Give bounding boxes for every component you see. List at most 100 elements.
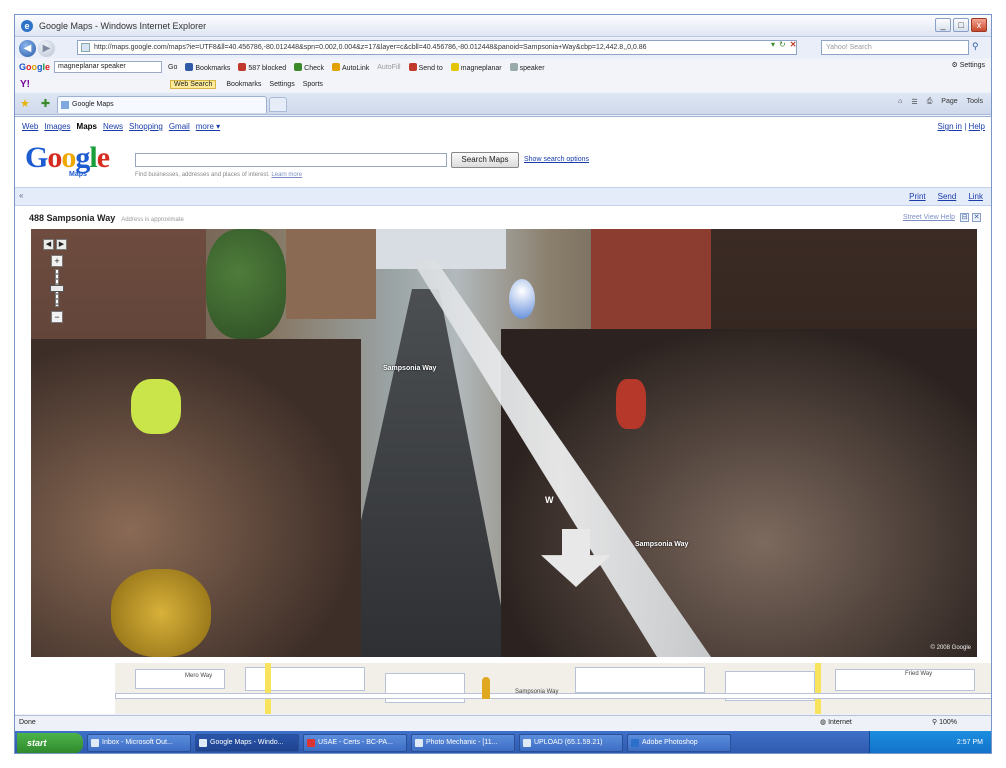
nav-more[interactable]: more ▾ [196, 122, 220, 131]
nav-maps[interactable]: Maps [77, 122, 97, 131]
clock[interactable]: 2:57 PM [957, 739, 983, 746]
maximize-button[interactable]: □ [953, 18, 969, 32]
send-link[interactable]: Send [938, 192, 957, 201]
collapse-icon[interactable]: « [19, 191, 23, 200]
taskbar-item-usae[interactable]: USAE - Certs - BC-PA... [303, 734, 407, 752]
map-label-fried: Fried Way [905, 671, 933, 677]
nav-images[interactable]: Images [44, 122, 70, 131]
search-hint: Find businesses, addresses and places of… [135, 172, 303, 178]
taskbar-item-google-maps[interactable]: Google Maps - Windo... [195, 734, 299, 752]
street-map[interactable]: Mero Way Sampsonia Way Fried Way [115, 663, 991, 714]
map-block [575, 667, 705, 693]
favorites-star-icon[interactable]: ★ [20, 97, 30, 110]
google-toolbar-logo: Google [19, 62, 51, 72]
collapse-panel-icon[interactable]: ⊟ [960, 213, 969, 222]
help-link[interactable]: Help [969, 122, 985, 131]
add-favorites-icon[interactable]: ✚ [41, 97, 50, 110]
brick-building-right [591, 229, 711, 339]
map-label-sampsonia: Sampsonia Way [515, 689, 559, 695]
search-maps-button[interactable]: Search Maps [451, 152, 519, 168]
system-tray: 2:57 PM [869, 731, 991, 753]
toolbar-autolink[interactable]: AutoLink [332, 62, 369, 72]
go-button[interactable]: Go [168, 64, 177, 71]
forward-button[interactable]: ▶ [38, 39, 55, 57]
ftp-icon [523, 739, 531, 747]
nav-gmail[interactable]: Gmail [169, 122, 190, 131]
map-label-mero: Mero Way [185, 673, 213, 679]
zoom-in-button[interactable]: + [51, 255, 63, 267]
home-icon[interactable]: ⌂ [898, 98, 902, 106]
toolbar-check[interactable]: Check [294, 62, 324, 72]
pegman-icon[interactable] [482, 677, 490, 699]
yahoo-sports[interactable]: Sports [303, 81, 323, 88]
outlook-icon [91, 739, 99, 747]
learn-more-link[interactable]: Learn more [271, 172, 302, 178]
zoom-level[interactable]: ⚲ 100% [932, 716, 957, 730]
back-button[interactable]: ◀ [19, 39, 36, 57]
web-search-button[interactable]: Web Search [170, 79, 217, 89]
google-maps-logo[interactable]: Google Maps [25, 141, 110, 178]
map-block [135, 669, 225, 689]
highway [265, 663, 271, 714]
taskbar-item-outlook[interactable]: Inbox - Microsoft Out... [87, 734, 191, 752]
command-bar: ⌂ ☰ ⎙ Page Tools [898, 98, 983, 106]
address-bar[interactable]: http://maps.google.com/maps?ie=UTF8&ll=4… [77, 40, 797, 55]
dropdown-icon[interactable]: ▾ [771, 40, 775, 49]
search-options-link[interactable]: Show search options [524, 156, 589, 163]
yahoo-settings[interactable]: Settings [269, 81, 294, 88]
sign-in-link[interactable]: Sign in [938, 122, 962, 131]
feeds-icon[interactable]: ☰ [911, 98, 917, 106]
zoom-slider-handle[interactable] [50, 285, 64, 292]
close-panel-icon[interactable]: ✕ [972, 213, 981, 222]
nav-news[interactable]: News [103, 122, 123, 131]
tree [206, 229, 286, 339]
taskbar-item-upload[interactable]: UPLOAD (65.1.59.21) [519, 734, 623, 752]
globe-icon: ◍ [820, 719, 827, 726]
street-view-panorama[interactable]: Sampsonia Way Sampsonia Way W © 2008 Goo… [31, 229, 977, 657]
google-toolbar-search[interactable]: magneplanar speaker [54, 61, 163, 73]
tab-label: Google Maps [72, 101, 114, 108]
yahoo-bookmarks[interactable]: Bookmarks [226, 81, 261, 88]
start-button[interactable]: start [17, 733, 83, 753]
close-button[interactable]: x [971, 18, 987, 32]
toolbar-autofill[interactable]: AutoFill [377, 64, 400, 71]
tab-row: ★ ✚ Google Maps ⌂ ☰ ⎙ Page Tools [15, 93, 991, 115]
nav-shopping[interactable]: Shopping [129, 122, 163, 131]
check-icon [294, 62, 303, 71]
street-view-help-link[interactable]: Street View Help [903, 214, 955, 221]
new-tab-button[interactable] [269, 97, 287, 112]
link-link[interactable]: Link [968, 192, 983, 201]
taskbar-item-photo-mechanic[interactable]: Photo Mechanic - [11... [411, 734, 515, 752]
toolbar-term-magneplanar[interactable]: magneplanar [450, 62, 502, 72]
minimize-button[interactable]: _ [935, 18, 951, 32]
nav-web[interactable]: Web [22, 122, 38, 131]
print-link[interactable]: Print [909, 192, 925, 201]
stop-icon[interactable]: ✕ [790, 40, 797, 49]
tools-menu[interactable]: Tools [967, 98, 983, 106]
taskbar-item-photoshop[interactable]: Adobe Photoshop [627, 734, 731, 752]
account-links: Sign in | Help [937, 122, 985, 131]
page-menu[interactable]: Page [941, 98, 957, 106]
ie-icon: e [21, 19, 33, 32]
highway [815, 663, 821, 714]
search-box[interactable]: Yahoo! Search [821, 40, 969, 55]
toolbar-bookmarks[interactable]: Bookmarks [185, 62, 230, 72]
pan-right-icon[interactable]: ▶ [56, 239, 67, 250]
street-label-near: Sampsonia Way [635, 541, 689, 548]
refresh-icon[interactable]: ↻ [779, 40, 786, 49]
tab-google-maps[interactable]: Google Maps [57, 96, 267, 113]
page-icon [81, 43, 90, 52]
maps-search-input[interactable] [135, 153, 447, 167]
pan-left-icon[interactable]: ◀ [43, 239, 54, 250]
zoom-out-button[interactable]: − [51, 311, 63, 323]
compass-west: W [545, 495, 554, 505]
magnifier-icon: ⚲ [932, 719, 938, 726]
print-icon[interactable]: ⎙ [927, 98, 933, 106]
search-icon[interactable]: ⚲ [972, 41, 979, 52]
toolbar-send-to[interactable]: Send to [408, 62, 443, 72]
yahoo-logo: Y! [20, 78, 30, 90]
page-content: Web Images Maps News Shopping Gmail more… [15, 116, 991, 714]
toolbar-term-speaker[interactable]: speaker [509, 62, 545, 72]
toolbar-settings[interactable]: ⚙ Settings [951, 61, 985, 69]
toolbar-popup-blocker[interactable]: 587 blocked [238, 62, 286, 72]
